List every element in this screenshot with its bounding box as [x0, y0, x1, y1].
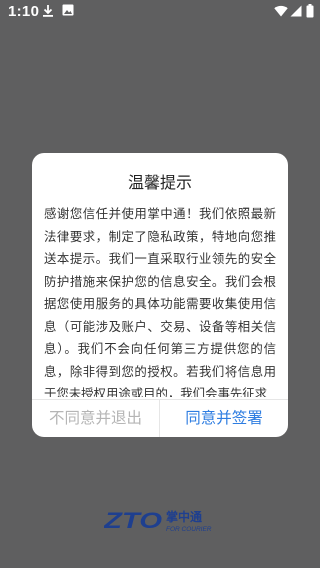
dialog-title: 温馨提示: [127, 173, 192, 192]
logo-mark: ZTO: [104, 508, 162, 533]
dialog-body-text[interactable]: 感谢您信任并使用掌中通！我们依照最新法律要求，制定了隐私政策，特地向您推送本提示…: [44, 203, 276, 397]
signal-icon: [290, 5, 302, 17]
status-bar: 1:10: [0, 0, 320, 24]
status-time: 1:10: [8, 3, 40, 20]
zto-logo: ZTO 掌中通 FOR COURIER: [104, 508, 212, 533]
gallery-icon: [62, 4, 74, 16]
agree-sign-button[interactable]: 同意并签署: [160, 400, 288, 437]
battery-icon: [306, 4, 314, 18]
disagree-exit-button[interactable]: 不同意并退出: [32, 400, 159, 437]
logo-tagline: FOR COURIER: [166, 526, 212, 533]
logo-name: 掌中通: [166, 509, 202, 524]
wifi-icon: [274, 5, 288, 17]
download-icon: [43, 5, 53, 17]
privacy-dialog: 温馨提示 感谢您信任并使用掌中通！我们依照最新法律要求，制定了隐私政策，特地向您…: [32, 153, 288, 437]
